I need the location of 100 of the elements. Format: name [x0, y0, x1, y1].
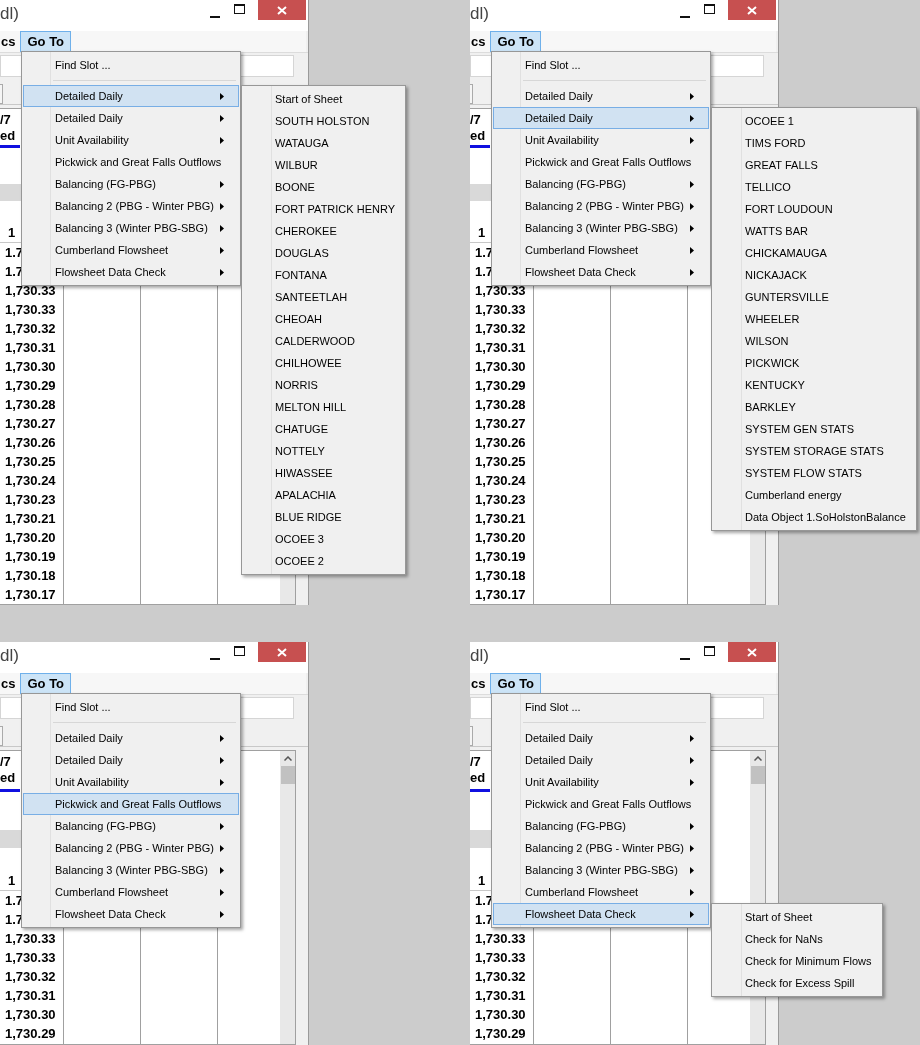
menu-item[interactable]: Flowsheet Data Check: [493, 903, 709, 925]
menu-item[interactable]: Find Slot ...: [23, 54, 239, 76]
menu-item[interactable]: BARKLEY: [712, 396, 806, 418]
menu-item[interactable]: WHEELER: [712, 308, 810, 330]
menu-item[interactable]: Pickwick and Great Falls Outflows: [23, 793, 239, 815]
menu-item[interactable]: Find Slot ...: [493, 696, 709, 718]
menu-item[interactable]: WILSON: [712, 330, 799, 352]
menu-item[interactable]: SOUTH HOLSTON: [242, 110, 380, 132]
menu-item[interactable]: CHILHOWEE: [242, 352, 352, 374]
menu-item[interactable]: SYSTEM STORAGE STATS: [712, 440, 894, 462]
menu-item[interactable]: Unit Availability: [23, 129, 239, 151]
menu-item[interactable]: FORT PATRICK HENRY: [242, 198, 405, 220]
menu-item[interactable]: TELLICO: [712, 176, 801, 198]
menu-item[interactable]: FONTANA: [242, 264, 337, 286]
close-button[interactable]: [258, 0, 306, 20]
menu-bar-item[interactable]: Go To: [490, 31, 542, 52]
menu-item[interactable]: Check for NaNs: [712, 928, 833, 950]
menu-item[interactable]: NORRIS: [242, 374, 328, 396]
menu-item[interactable]: Unit Availability: [493, 129, 709, 151]
menu-bar-item[interactable]: cs: [470, 673, 491, 694]
menu-item[interactable]: Pickwick and Great Falls Outflows: [493, 793, 709, 815]
menu-item[interactable]: Balancing (FG-PBG): [23, 173, 239, 195]
menu-item[interactable]: Detailed Daily: [493, 749, 709, 771]
maximize-icon[interactable]: [704, 646, 715, 656]
menu-item[interactable]: TIMS FORD: [712, 132, 816, 154]
menu-item[interactable]: SANTEETLAH: [242, 286, 358, 308]
menu-item[interactable]: GUNTERSVILLE: [712, 286, 839, 308]
menu-item[interactable]: Detailed Daily: [493, 727, 709, 749]
menu-item[interactable]: Find Slot ...: [493, 54, 709, 76]
menu-item[interactable]: Balancing 2 (PBG - Winter PBG): [23, 837, 239, 859]
close-icon[interactable]: [277, 5, 287, 15]
close-button[interactable]: [258, 642, 306, 662]
menu-item[interactable]: KENTUCKY: [712, 374, 815, 396]
menu-item[interactable]: CHICKAMAUGA: [712, 242, 837, 264]
menu-item[interactable]: Check for Minimum Flows: [712, 950, 882, 972]
menu-item[interactable]: Flowsheet Data Check: [23, 261, 239, 283]
scroll-thumb[interactable]: [750, 766, 765, 784]
menu-bar-item[interactable]: Go To: [20, 31, 72, 52]
menu-item[interactable]: Balancing (FG-PBG): [493, 815, 709, 837]
menu-item[interactable]: Balancing (FG-PBG): [23, 815, 239, 837]
menu-item[interactable]: Flowsheet Data Check: [493, 261, 709, 283]
menu-item[interactable]: Check for Excess Spill: [712, 972, 865, 994]
menu-item[interactable]: CHEROKEE: [242, 220, 347, 242]
menu-item[interactable]: Balancing 2 (PBG - Winter PBG): [493, 837, 709, 859]
menu-item[interactable]: APALACHIA: [242, 484, 346, 506]
maximize-icon[interactable]: [234, 646, 245, 656]
menu-item[interactable]: Detailed Daily: [23, 107, 239, 129]
menu-item[interactable]: Pickwick and Great Falls Outflows: [23, 151, 239, 173]
menu-item[interactable]: SYSTEM GEN STATS: [712, 418, 864, 440]
close-button[interactable]: [728, 642, 776, 662]
menu-item[interactable]: CALDERWOOD: [242, 330, 365, 352]
menu-item[interactable]: Flowsheet Data Check: [23, 903, 239, 925]
close-icon[interactable]: [277, 647, 287, 657]
menu-item[interactable]: NOTTELY: [242, 440, 335, 462]
close-icon[interactable]: [747, 647, 757, 657]
menu-item[interactable]: HIWASSEE: [242, 462, 343, 484]
menu-item[interactable]: Balancing 2 (PBG - Winter PBG): [23, 195, 239, 217]
menu-item[interactable]: Detailed Daily: [493, 107, 709, 129]
menu-item[interactable]: Data Object 1.SoHolstonBalance: [712, 506, 916, 528]
menu-item[interactable]: Unit Availability: [23, 771, 239, 793]
menu-item[interactable]: Detailed Daily: [23, 727, 239, 749]
menu-item[interactable]: Find Slot ...: [23, 696, 239, 718]
menu-item[interactable]: Start of Sheet: [242, 88, 353, 110]
menu-bar-item[interactable]: cs: [0, 673, 21, 694]
scroll-thumb[interactable]: [280, 766, 295, 784]
close-button[interactable]: [728, 0, 776, 20]
menu-item[interactable]: Cumberland energy: [712, 484, 852, 506]
menu-item[interactable]: MELTON HILL: [242, 396, 357, 418]
maximize-icon[interactable]: [234, 4, 245, 14]
menu-item[interactable]: Pickwick and Great Falls Outflows: [493, 151, 709, 173]
menu-item[interactable]: DOUGLAS: [242, 242, 339, 264]
menu-item[interactable]: WATAUGA: [242, 132, 339, 154]
menu-item[interactable]: Start of Sheet: [712, 906, 823, 928]
menu-bar-item[interactable]: cs: [470, 31, 491, 52]
maximize-icon[interactable]: [704, 4, 715, 14]
menu-bar-item[interactable]: Go To: [20, 673, 72, 694]
menu-item[interactable]: WILBUR: [242, 154, 328, 176]
menu-item[interactable]: CHATUGE: [242, 418, 338, 440]
menu-item[interactable]: Detailed Daily: [493, 85, 709, 107]
menu-item[interactable]: Balancing 2 (PBG - Winter PBG): [493, 195, 709, 217]
menu-item[interactable]: BLUE RIDGE: [242, 506, 352, 528]
menu-item[interactable]: OCOEE 3: [242, 528, 334, 550]
menu-item[interactable]: GREAT FALLS: [712, 154, 828, 176]
menu-item[interactable]: SYSTEM FLOW STATS: [712, 462, 872, 484]
menu-item[interactable]: WATTS BAR: [712, 220, 818, 242]
menu-item[interactable]: OCOEE 1: [712, 110, 804, 132]
menu-item[interactable]: CHEOAH: [242, 308, 333, 330]
menu-item[interactable]: Detailed Daily: [23, 85, 239, 107]
menu-item[interactable]: OCOEE 2: [242, 550, 334, 572]
menu-item[interactable]: Balancing (FG-PBG): [493, 173, 709, 195]
close-icon[interactable]: [747, 5, 757, 15]
menu-item[interactable]: FORT LOUDOUN: [712, 198, 843, 220]
menu-item[interactable]: PICKWICK: [712, 352, 810, 374]
menu-item[interactable]: BOONE: [242, 176, 325, 198]
menu-item[interactable]: Unit Availability: [493, 771, 709, 793]
scrollbar[interactable]: [280, 751, 295, 1044]
menu-bar-item[interactable]: cs: [0, 31, 21, 52]
menu-item[interactable]: NICKAJACK: [712, 264, 817, 286]
menu-item[interactable]: Detailed Daily: [23, 749, 239, 771]
menu-bar-item[interactable]: Go To: [490, 673, 542, 694]
